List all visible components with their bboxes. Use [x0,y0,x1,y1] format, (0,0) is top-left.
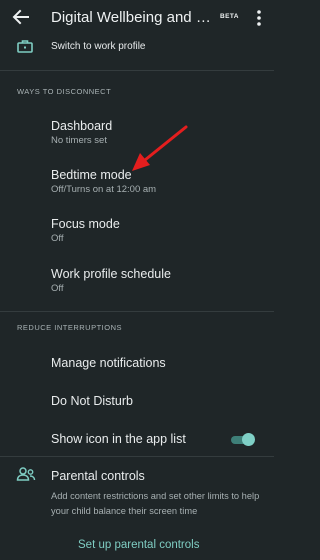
manage-notifications-title: Manage notifications [51,356,166,370]
do-not-disturb-item[interactable]: Do Not Disturb [0,384,274,418]
briefcase-icon [17,39,33,53]
focus-mode-item[interactable]: Focus mode Off [0,208,274,250]
work-profile-schedule-subtitle: Off [51,283,64,294]
dashboard-subtitle: No timers set [51,135,107,146]
manage-notifications-item[interactable]: Manage notifications [0,346,274,380]
work-profile-row[interactable]: Switch to work profile [0,36,274,58]
focus-mode-title: Focus mode [51,217,120,231]
section-header-ways: WAYS TO DISCONNECT [17,87,112,96]
arrow-left-icon[interactable] [10,6,32,28]
show-icon-title: Show icon in the app list [51,432,186,446]
bedtime-mode-item[interactable]: Bedtime mode Off/Turns on at 12:00 am [0,159,274,201]
beta-badge: BETA [220,13,239,20]
parental-controls-title: Parental controls [51,469,145,483]
setup-parental-controls-button[interactable]: Set up parental controls [78,539,199,551]
bedtime-mode-title: Bedtime mode [51,168,132,182]
dashboard-item[interactable]: Dashboard No timers set [0,110,274,152]
parental-controls-description: Add content restrictions and set other l… [51,491,260,516]
focus-mode-subtitle: Off [51,233,64,244]
divider [0,70,274,71]
app-bar: Digital Wellbeing and parental controls … [0,0,274,36]
toggle-thumb [242,433,255,446]
section-header-reduce: REDUCE INTERRUPTIONS [17,323,123,332]
divider [0,456,274,457]
do-not-disturb-title: Do Not Disturb [51,394,133,408]
dashboard-title: Dashboard [51,119,113,133]
page-title: Digital Wellbeing and parental controls [51,9,217,26]
parental-controls-icon [16,466,36,482]
work-profile-label: Switch to work profile [51,41,146,52]
work-profile-schedule-title: Work profile schedule [51,267,171,281]
divider [0,311,274,312]
show-icon-toggle[interactable] [231,433,255,446]
bedtime-mode-subtitle: Off/Turns on at 12:00 am [51,184,157,195]
work-profile-schedule-item[interactable]: Work profile schedule Off [0,258,274,300]
more-vert-icon[interactable] [252,8,266,28]
